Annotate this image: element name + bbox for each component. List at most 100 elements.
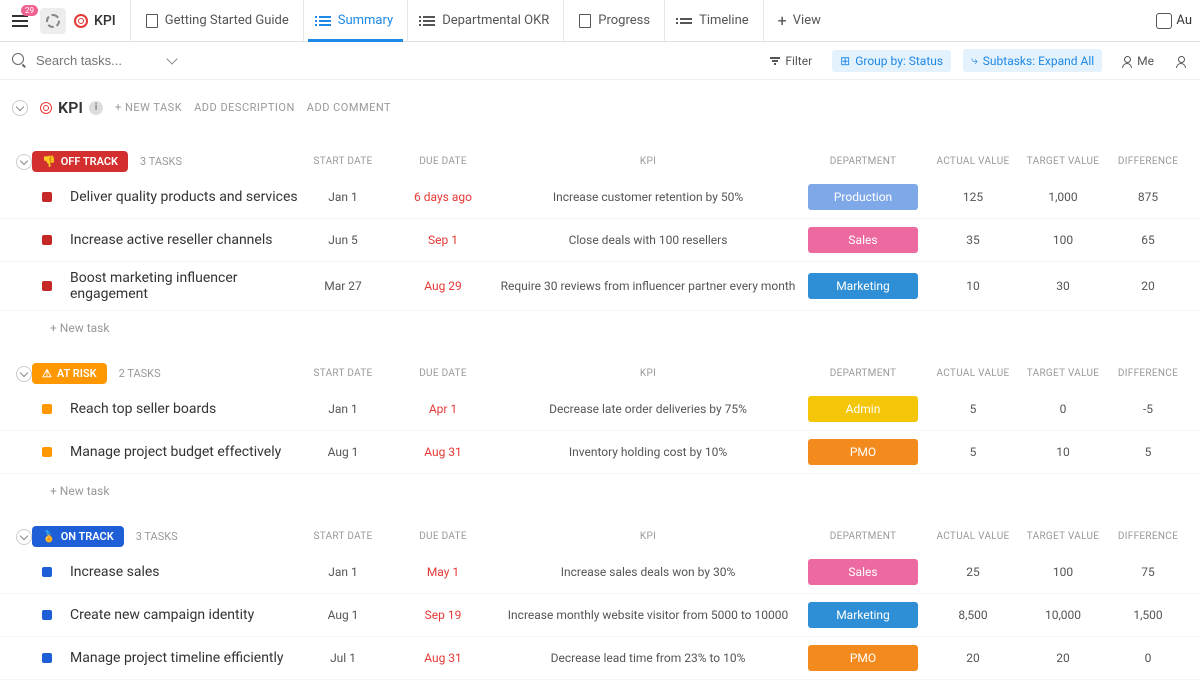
cell-start-date[interactable]: Jan 1 (298, 402, 388, 416)
cell-diff[interactable]: 65 (1108, 233, 1188, 247)
status-square[interactable] (42, 610, 52, 620)
task-row[interactable]: Manage project budget effectively Aug 1 … (0, 431, 1200, 474)
cell-department[interactable]: Marketing (798, 602, 928, 628)
status-badge[interactable]: ⚠ AT RISK (32, 363, 107, 384)
search-input[interactable] (28, 49, 168, 72)
group-collapse-button[interactable] (16, 154, 32, 170)
cell-target[interactable]: 30 (1018, 279, 1108, 293)
task-name[interactable]: Manage project timeline efficiently (70, 650, 298, 666)
collapse-all-button[interactable] (12, 100, 28, 116)
add-view-button[interactable]: + View (763, 0, 835, 41)
cell-actual[interactable]: 125 (928, 190, 1018, 204)
department-chip[interactable]: Sales (808, 227, 918, 253)
task-row[interactable]: Create new campaign identity Aug 1 Sep 1… (0, 594, 1200, 637)
cell-target[interactable]: 1,000 (1018, 190, 1108, 204)
department-chip[interactable]: Production (808, 184, 918, 210)
cell-department[interactable]: Sales (798, 559, 928, 585)
cell-start-date[interactable]: Jun 5 (298, 233, 388, 247)
new-task-row[interactable]: + New task (0, 311, 1200, 341)
groupby-button[interactable]: ⊞ Group by: Status (832, 50, 951, 72)
task-name[interactable]: Manage project budget effectively (70, 444, 298, 460)
cell-actual[interactable]: 5 (928, 402, 1018, 416)
menu-button[interactable]: 29 (8, 9, 32, 33)
search-dropdown[interactable] (166, 53, 177, 64)
department-chip[interactable]: PMO (808, 439, 918, 465)
tab-departmental-okr[interactable]: Departmental OKR (407, 0, 563, 41)
cell-start-date[interactable]: Jul 1 (298, 651, 388, 665)
new-task-row[interactable]: + New task (0, 474, 1200, 504)
cell-target[interactable]: 100 (1018, 565, 1108, 579)
cell-diff[interactable]: 875 (1108, 190, 1188, 204)
cell-start-date[interactable]: Jan 1 (298, 565, 388, 579)
add-description-button[interactable]: ADD DESCRIPTION (194, 101, 295, 114)
subtasks-button[interactable]: ⤷ Subtasks: Expand All (963, 49, 1102, 72)
cell-due-date[interactable]: Sep 19 (388, 608, 498, 622)
cell-start-date[interactable]: Aug 1 (298, 445, 388, 459)
cell-actual[interactable]: 8,500 (928, 608, 1018, 622)
status-square[interactable] (42, 235, 52, 245)
cell-target[interactable]: 20 (1018, 651, 1108, 665)
department-chip[interactable]: Admin (808, 396, 918, 422)
cell-due-date[interactable]: Aug 31 (388, 445, 498, 459)
cell-kpi[interactable]: Increase sales deals won by 30% (498, 565, 798, 579)
cell-kpi[interactable]: Require 30 reviews from influencer partn… (498, 279, 798, 293)
cell-start-date[interactable]: Jan 1 (298, 190, 388, 204)
cell-kpi[interactable]: Decrease late order deliveries by 75% (498, 402, 798, 416)
task-row[interactable]: Boost marketing influencer engagement Ma… (0, 262, 1200, 311)
cell-department[interactable]: Production (798, 184, 928, 210)
department-chip[interactable]: Marketing (808, 273, 918, 299)
cell-kpi[interactable]: Close deals with 100 resellers (498, 233, 798, 247)
cell-department[interactable]: Sales (798, 227, 928, 253)
cell-department[interactable]: PMO (798, 439, 928, 465)
cell-kpi[interactable]: Inventory holding cost by 10% (498, 445, 798, 459)
cell-actual[interactable]: 20 (928, 651, 1018, 665)
status-square[interactable] (42, 192, 52, 202)
task-row[interactable]: Increase active reseller channels Jun 5 … (0, 219, 1200, 262)
cell-department[interactable]: Admin (798, 396, 928, 422)
cell-department[interactable]: PMO (798, 645, 928, 671)
cell-diff[interactable]: 5 (1108, 445, 1188, 459)
cell-actual[interactable]: 25 (928, 565, 1018, 579)
task-row[interactable]: Deliver quality products and services Ja… (0, 176, 1200, 219)
space-title[interactable]: KPI (74, 13, 116, 29)
cell-due-date[interactable]: Aug 31 (388, 651, 498, 665)
task-row[interactable]: Increase sales Jan 1 May 1 Increase sale… (0, 551, 1200, 594)
department-chip[interactable]: Sales (808, 559, 918, 585)
cell-kpi[interactable]: Increase monthly website visitor from 50… (498, 608, 798, 622)
cell-start-date[interactable]: Aug 1 (298, 608, 388, 622)
task-name[interactable]: Increase active reseller channels (70, 232, 298, 248)
cell-due-date[interactable]: Sep 1 (388, 233, 498, 247)
status-square[interactable] (42, 653, 52, 663)
cell-kpi[interactable]: Increase customer retention by 50% (498, 190, 798, 204)
cell-due-date[interactable]: Aug 29 (388, 279, 498, 293)
department-chip[interactable]: PMO (808, 645, 918, 671)
cell-target[interactable]: 10 (1018, 445, 1108, 459)
status-square[interactable] (42, 447, 52, 457)
task-row[interactable]: Manage project timeline efficiently Jul … (0, 637, 1200, 680)
tab-getting-started[interactable]: Getting Started Guide (130, 0, 303, 41)
task-name[interactable]: Boost marketing influencer engagement (70, 270, 298, 302)
automation-button[interactable]: Au (1156, 13, 1192, 29)
task-name[interactable]: Create new campaign identity (70, 607, 298, 623)
status-square[interactable] (42, 281, 52, 291)
cell-start-date[interactable]: Mar 27 (298, 279, 388, 293)
cell-due-date[interactable]: 6 days ago (388, 190, 498, 204)
cell-actual[interactable]: 35 (928, 233, 1018, 247)
status-square[interactable] (42, 404, 52, 414)
task-name[interactable]: Deliver quality products and services (70, 189, 298, 205)
cell-diff[interactable]: 0 (1108, 651, 1188, 665)
department-chip[interactable]: Marketing (808, 602, 918, 628)
filter-button[interactable]: Filter (762, 50, 820, 72)
tab-summary[interactable]: Summary (303, 0, 407, 41)
cell-diff[interactable]: 20 (1108, 279, 1188, 293)
cell-diff[interactable]: 1,500 (1108, 608, 1188, 622)
new-task-button[interactable]: + NEW TASK (115, 101, 182, 114)
group-collapse-button[interactable] (16, 366, 32, 382)
status-square[interactable] (42, 567, 52, 577)
assignee-filter[interactable] (1174, 52, 1188, 70)
cell-target[interactable]: 100 (1018, 233, 1108, 247)
cell-due-date[interactable]: Apr 1 (388, 402, 498, 416)
group-collapse-button[interactable] (16, 529, 32, 545)
task-name[interactable]: Increase sales (70, 564, 298, 580)
task-name[interactable]: Reach top seller boards (70, 401, 298, 417)
